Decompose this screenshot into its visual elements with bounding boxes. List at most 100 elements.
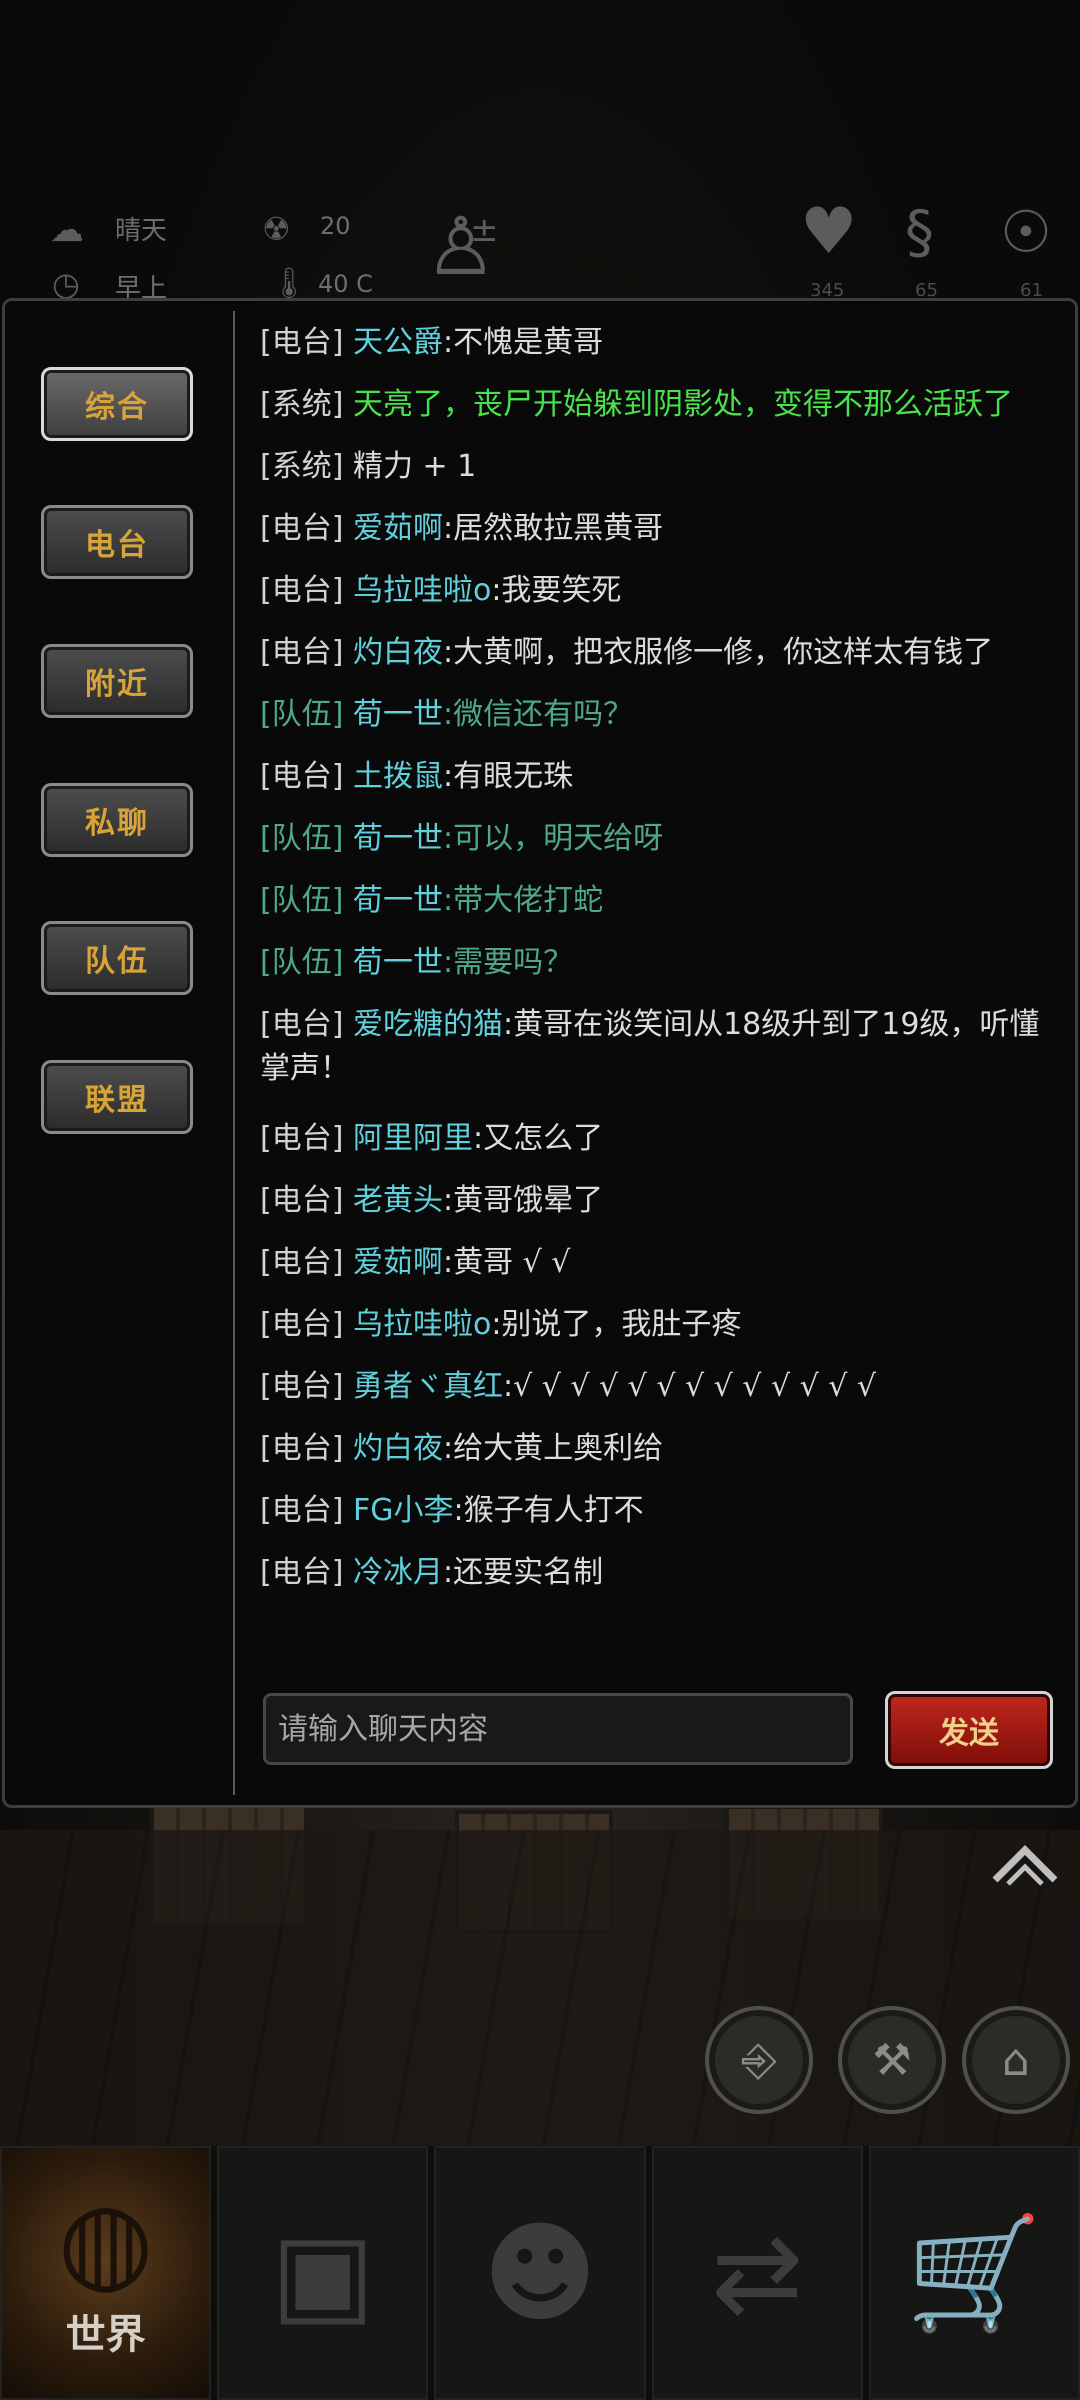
globe-icon: ◍ [57, 2177, 154, 2305]
nav-tab-backpack[interactable]: ▣ [217, 2146, 429, 2400]
home-settings-button[interactable]: ⌂ [962, 2006, 1070, 2114]
collapse-arrow-icon[interactable] [990, 1838, 1060, 1888]
message-sender[interactable]: 荀一世 [353, 883, 443, 918]
message-channel: [电台] [260, 1245, 344, 1280]
chat-message: [电台] FG小李:猴子有人打不 [260, 1489, 1060, 1533]
chat-message: [电台] 爱吃糖的猫:黄哥在谈笑间从18级升到了19级，听懂掌声！ [260, 1003, 1060, 1091]
mind-icon: ☉ [1000, 198, 1052, 266]
tab-private[interactable]: 私聊 [41, 783, 193, 857]
backpack-icon: ▣ [270, 2209, 375, 2337]
tab-radio[interactable]: 电台 [41, 505, 193, 579]
message-sender[interactable]: 冷冰月 [353, 1555, 443, 1590]
message-channel: [电台] [260, 1121, 344, 1156]
chat-message: [队伍] 荀一世:带大佬打蛇 [260, 879, 1060, 923]
plus-minus-icon: ± [470, 210, 499, 250]
message-sender[interactable]: 荀一世 [353, 945, 443, 980]
message-channel: [电台] [260, 511, 344, 546]
message-channel: [电台] [260, 1431, 344, 1466]
exit-button[interactable]: ⎆ [705, 2006, 813, 2114]
weather-text: 晴天 [115, 216, 168, 246]
message-channel: [电台] [260, 1007, 344, 1042]
message-sender[interactable]: 荀一世 [353, 821, 443, 856]
message-text: :可以，明天给呀 [442, 821, 664, 856]
message-text: :有眼无珠 [442, 759, 574, 794]
message-text: :居然敢拉黑黄哥 [442, 511, 664, 546]
message-channel: [电台] [260, 1493, 344, 1528]
bottom-nav: ◍ 世界 ▣ ☻ ⇄ 🛒 [0, 2146, 1080, 2400]
tab-team[interactable]: 队伍 [41, 921, 193, 995]
message-channel: [队伍] [260, 821, 344, 856]
message-channel: [电台] [260, 325, 344, 360]
chat-message: [电台] 乌拉哇啦o:我要笑死 [260, 569, 1060, 613]
message-list[interactable]: [电台] 猫哥:我把老黄微信拉黑了，独不独 [电台] 天公爵:不愧是黄哥 [系统] … [260, 301, 1060, 1661]
radiation-value: 20 [320, 212, 351, 240]
trade-icon: ⇄ [711, 2209, 804, 2337]
nav-tab-character[interactable]: ☻ [434, 2146, 646, 2400]
message-text: :黄哥饿晕了 [442, 1183, 604, 1218]
message-text: :我要笑死 [491, 573, 622, 608]
nav-tab-shop[interactable]: 🛒 [868, 2146, 1080, 2400]
message-text: :带大佬打蛇 [442, 883, 604, 918]
message-sender[interactable]: 灼白夜 [353, 1431, 443, 1466]
message-channel: [系统] [260, 449, 344, 484]
message-text: :黄哥 √ √ [442, 1245, 571, 1280]
weather-icon: ☁ [50, 210, 84, 250]
message-sender[interactable]: 老黄头 [353, 1183, 443, 1218]
chat-panel: 综合 电台 附近 私聊 队伍 联盟 [电台] 猫哥:我把老黄微信拉黑了，独不独[… [2, 298, 1078, 1808]
chat-message: [电台] 爱茹啊:居然敢拉黑黄哥 [260, 507, 1060, 551]
message-channel: [队伍] [260, 945, 344, 980]
message-channel: [电台] [260, 573, 344, 608]
chat-message: [系统] 精力 + 1 [260, 445, 1060, 489]
nav-tab-world[interactable]: ◍ 世界 [0, 2146, 212, 2400]
message-channel: [系统] [260, 387, 344, 422]
chat-message: [队伍] 荀一世:微信还有吗？ [260, 693, 1060, 737]
message-sender[interactable]: 爱茹啊 [353, 511, 443, 546]
message-sender[interactable]: 爱吃糖的猫 [353, 1007, 503, 1042]
message-sender[interactable]: 爱茹啊 [353, 1245, 443, 1280]
message-text: :猴子有人打不 [453, 1493, 644, 1528]
message-sender[interactable]: 乌拉哇啦o [353, 1307, 491, 1342]
chat-message: [电台] 猫哥:我把老黄微信拉黑了，独不独 [260, 301, 1060, 305]
chat-message: [队伍] 荀一世:需要吗？ [260, 941, 1060, 985]
heart-icon: ♥ [800, 195, 858, 269]
message-channel: [电台] [260, 1555, 344, 1590]
message-text: :给大黄上奥利给 [442, 1431, 664, 1466]
message-sender[interactable]: 乌拉哇啦o [353, 573, 491, 608]
chat-message: [队伍] 荀一世:可以，明天给呀 [260, 817, 1060, 861]
nav-tab-label: 世界 [65, 2312, 146, 2358]
chat-message: [电台] 土拨鼠:有眼无珠 [260, 755, 1060, 799]
message-sender[interactable]: 勇者ヾ真红 [353, 1369, 503, 1404]
stomach-icon: § [905, 198, 934, 266]
tab-nearby[interactable]: 附近 [41, 644, 193, 718]
message-channel: [电台] [260, 759, 344, 794]
message-sender[interactable]: 土拨鼠 [353, 759, 443, 794]
message-sender[interactable]: 阿里阿里 [353, 1121, 473, 1156]
divider [233, 311, 235, 1795]
tab-alliance[interactable]: 联盟 [41, 1060, 193, 1134]
radiation-icon: ☢ [262, 210, 291, 248]
chat-message: [电台] 阿里阿里:又怎么了 [260, 1117, 1060, 1161]
message-text: :微信还有吗？ [442, 697, 634, 732]
message-text: 精力 + 1 [352, 449, 477, 484]
tab-general[interactable]: 综合 [41, 367, 193, 441]
message-channel: [电台] [260, 1183, 344, 1218]
nav-tab-trade[interactable]: ⇄ [651, 2146, 863, 2400]
channel-tabs: 综合 电台 附近 私聊 队伍 联盟 [5, 301, 233, 1805]
thermometer-icon: 🌡 [270, 266, 309, 301]
message-sender[interactable]: FG小李 [353, 1493, 454, 1528]
chat-message: [电台] 冷冰月:还要实名制 [260, 1551, 1060, 1595]
message-text: 天亮了，丧尸开始躲到阴影处，变得不那么活跃了 [352, 387, 1013, 422]
chat-input[interactable] [263, 1693, 853, 1765]
send-button[interactable]: 发送 [885, 1691, 1053, 1769]
build-button[interactable]: ⚒ [838, 2006, 946, 2114]
message-text: :别说了，我肚子疼 [491, 1307, 742, 1342]
chat-message: [电台] 乌拉哇啦o:别说了，我肚子疼 [260, 1303, 1060, 1347]
cart-icon: 🛒 [905, 2209, 1043, 2337]
message-sender[interactable]: 荀一世 [353, 697, 443, 732]
message-text: :需要吗？ [442, 945, 574, 980]
chat-message: [电台] 天公爵:不愧是黄哥 [260, 321, 1060, 365]
temperature-value: 40 C [318, 270, 373, 298]
message-sender[interactable]: 天公爵 [353, 325, 443, 360]
message-channel: [电台] [260, 635, 344, 670]
message-sender[interactable]: 灼白夜 [353, 635, 443, 670]
